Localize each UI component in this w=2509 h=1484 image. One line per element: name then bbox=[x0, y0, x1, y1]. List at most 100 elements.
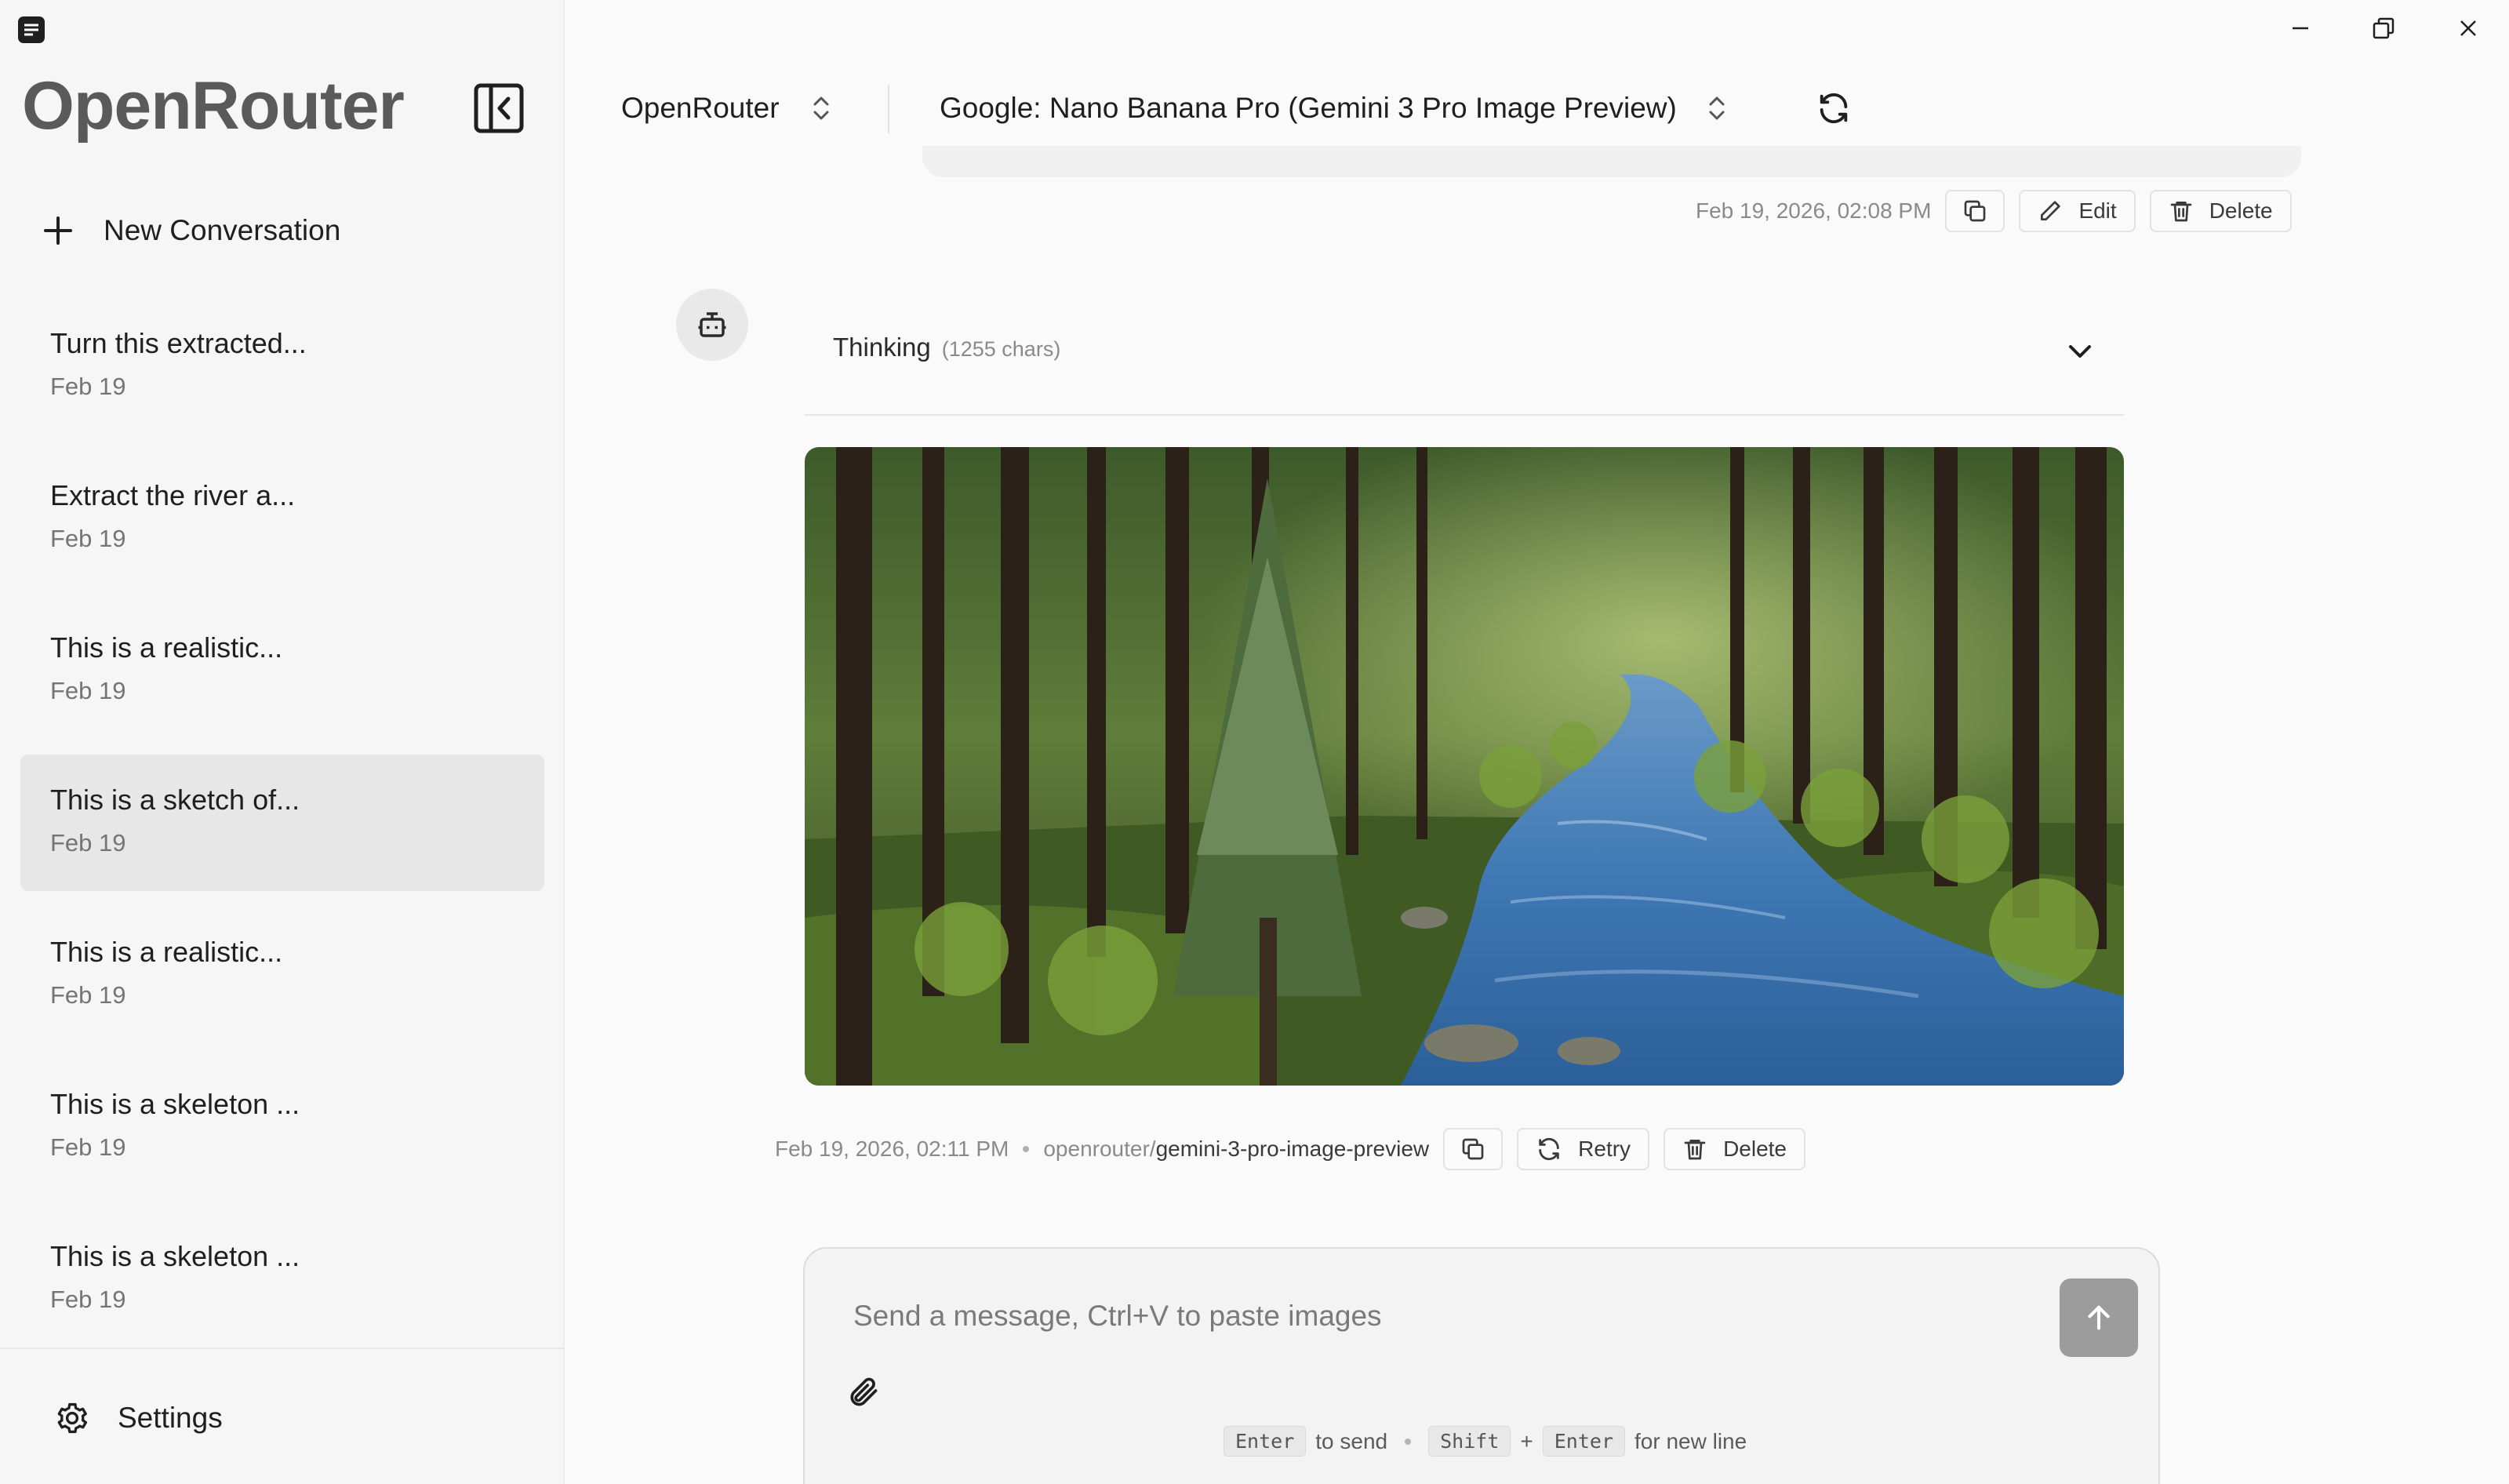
minimize-icon bbox=[2293, 27, 2308, 30]
pencil-icon bbox=[2041, 201, 2061, 220]
kbd-enter: Enter bbox=[1542, 1426, 1626, 1457]
conversation-date: Feb 19 bbox=[50, 981, 126, 1009]
edit-button[interactable]: Edit bbox=[2019, 190, 2136, 232]
retry-button[interactable]: Retry bbox=[1517, 1128, 1650, 1170]
generated-image[interactable] bbox=[805, 447, 2124, 1086]
collapse-sidebar-button[interactable] bbox=[474, 83, 524, 133]
assistant-message-actions: Feb 19, 2026, 02:11 PM openrouter/gemini… bbox=[775, 1128, 1805, 1170]
settings-label: Settings bbox=[118, 1402, 223, 1434]
model-prefix: openrouter/ bbox=[1043, 1137, 1156, 1161]
provider-select[interactable]: OpenRouter bbox=[621, 86, 831, 130]
copy-button[interactable] bbox=[1945, 190, 2005, 232]
app-icon bbox=[18, 16, 45, 43]
user-message-timestamp: Feb 19, 2026, 02:08 PM bbox=[1696, 198, 1932, 223]
conversation-title: This is a realistic... bbox=[50, 631, 283, 664]
title-bar bbox=[0, 0, 2509, 56]
meta-separator bbox=[1023, 1146, 1030, 1152]
minimize-button[interactable] bbox=[2281, 11, 2320, 45]
conversation-date: Feb 19 bbox=[50, 525, 126, 552]
conversation-item[interactable]: This is a skeleton ... Feb 19 bbox=[20, 1211, 544, 1348]
attach-button[interactable] bbox=[839, 1368, 886, 1415]
gear-icon bbox=[57, 1402, 88, 1434]
conversation-date: Feb 19 bbox=[50, 1133, 126, 1161]
keyboard-hint: Enter to send Shift + Enter for new line bbox=[1224, 1426, 1747, 1457]
kbd-shift: Shift bbox=[1428, 1426, 1511, 1457]
conversation-title: Turn this extracted... bbox=[50, 327, 307, 359]
sidebar: OpenRouter New Conversation Turn this ex… bbox=[0, 0, 565, 1484]
conversation-title: Extract the river a... bbox=[50, 479, 296, 511]
plus-icon bbox=[44, 216, 72, 245]
arrow-up-icon bbox=[2088, 1305, 2110, 1330]
conversation-item-active[interactable]: This is a sketch of... Feb 19 bbox=[20, 755, 544, 891]
hint-send-text: to send bbox=[1315, 1428, 1388, 1453]
delete-button[interactable]: Delete bbox=[1664, 1128, 1805, 1170]
chevron-up-down-icon bbox=[813, 96, 829, 120]
bot-icon bbox=[698, 312, 726, 337]
delete-label: Delete bbox=[1723, 1137, 1787, 1161]
close-window-button[interactable] bbox=[2449, 11, 2488, 45]
chevron-down-icon bbox=[2069, 345, 2091, 358]
model-name: gemini-3-pro-image-preview bbox=[1155, 1137, 1430, 1161]
chevron-up-down-icon bbox=[1709, 96, 1725, 120]
app-window: OpenRouter New Conversation Turn this ex… bbox=[0, 0, 2509, 1484]
conversation-item[interactable]: Extract the river a... Feb 19 bbox=[20, 450, 544, 587]
thinking-toggle[interactable]: Thinking (1255 chars) bbox=[805, 314, 2124, 416]
conversation-date: Feb 19 bbox=[50, 1286, 126, 1313]
close-icon bbox=[2460, 20, 2476, 36]
new-conversation-label: New Conversation bbox=[104, 214, 341, 246]
conversation-item[interactable]: This is a realistic... Feb 19 bbox=[20, 907, 544, 1043]
paperclip-icon bbox=[850, 1377, 878, 1406]
conversation-title: This is a sketch of... bbox=[50, 784, 300, 816]
header-divider bbox=[888, 85, 889, 133]
chat-header: OpenRouter Google: Nano Banana Pro (Gemi… bbox=[566, 56, 2509, 157]
conversation-date: Feb 19 bbox=[50, 373, 126, 400]
brand-logo: OpenRouter bbox=[22, 68, 405, 144]
forest-river-image bbox=[805, 447, 2124, 1086]
model-select-value: Google: Nano Banana Pro (Gemini 3 Pro Im… bbox=[940, 92, 1677, 124]
thinking-label: Thinking (1255 chars) bbox=[833, 333, 1060, 362]
conversation-item[interactable]: This is a skeleton ... Feb 19 bbox=[20, 1059, 544, 1195]
hint-plus: + bbox=[1520, 1428, 1533, 1453]
new-conversation-button[interactable]: New Conversation bbox=[42, 206, 340, 256]
conversation-title: This is a skeleton ... bbox=[50, 1088, 300, 1120]
conversation-item[interactable]: Turn this extracted... Feb 19 bbox=[20, 298, 544, 435]
model-select[interactable]: Google: Nano Banana Pro (Gemini 3 Pro Im… bbox=[940, 86, 1727, 130]
message-input[interactable] bbox=[853, 1293, 2030, 1340]
refresh-models-button[interactable] bbox=[1810, 85, 1857, 132]
sidebar-divider bbox=[0, 1348, 565, 1349]
copy-button[interactable] bbox=[1443, 1128, 1504, 1170]
hint-newline-text: for new line bbox=[1634, 1428, 1747, 1453]
assistant-message-timestamp: Feb 19, 2026, 02:11 PM bbox=[775, 1137, 1009, 1161]
conversation-date: Feb 19 bbox=[50, 829, 126, 857]
conversation-list: Turn this extracted... Feb 19 Extract th… bbox=[20, 298, 544, 1363]
conversation-item[interactable]: This is a realistic... Feb 19 bbox=[20, 602, 544, 739]
refresh-icon bbox=[1820, 93, 1848, 124]
copy-icon bbox=[1462, 1138, 1484, 1160]
conversation-date: Feb 19 bbox=[50, 677, 126, 704]
delete-label: Delete bbox=[2209, 198, 2273, 223]
retry-label: Retry bbox=[1578, 1137, 1631, 1161]
restore-button[interactable] bbox=[2364, 11, 2403, 45]
kbd-enter: Enter bbox=[1224, 1426, 1307, 1457]
message-composer: Enter to send Shift + Enter for new line bbox=[803, 1247, 2160, 1484]
refresh-icon bbox=[1539, 1137, 1559, 1161]
assistant-avatar bbox=[676, 289, 748, 361]
trash-icon bbox=[2170, 202, 2192, 222]
sidebar-collapse-icon bbox=[474, 83, 524, 133]
restore-icon bbox=[2373, 17, 2394, 39]
delete-button[interactable]: Delete bbox=[2149, 190, 2292, 232]
conversation-title: This is a realistic... bbox=[50, 936, 283, 968]
edit-label: Edit bbox=[2078, 198, 2117, 223]
user-message-actions: Feb 19, 2026, 02:08 PM Edit Delete bbox=[1696, 190, 2292, 232]
settings-button[interactable]: Settings bbox=[55, 1395, 223, 1442]
assistant-model-id: openrouter/gemini-3-pro-image-preview bbox=[1043, 1137, 1429, 1162]
conversation-title: This is a skeleton ... bbox=[50, 1240, 300, 1272]
provider-select-value: OpenRouter bbox=[621, 92, 780, 124]
thinking-title: Thinking bbox=[833, 333, 931, 362]
send-button[interactable] bbox=[2060, 1278, 2138, 1357]
thinking-char-count: (1255 chars) bbox=[941, 337, 1061, 361]
user-message-bubble bbox=[922, 146, 2301, 177]
copy-icon bbox=[1965, 200, 1986, 222]
hint-separator bbox=[1405, 1438, 1412, 1445]
trash-icon bbox=[1684, 1140, 1706, 1160]
